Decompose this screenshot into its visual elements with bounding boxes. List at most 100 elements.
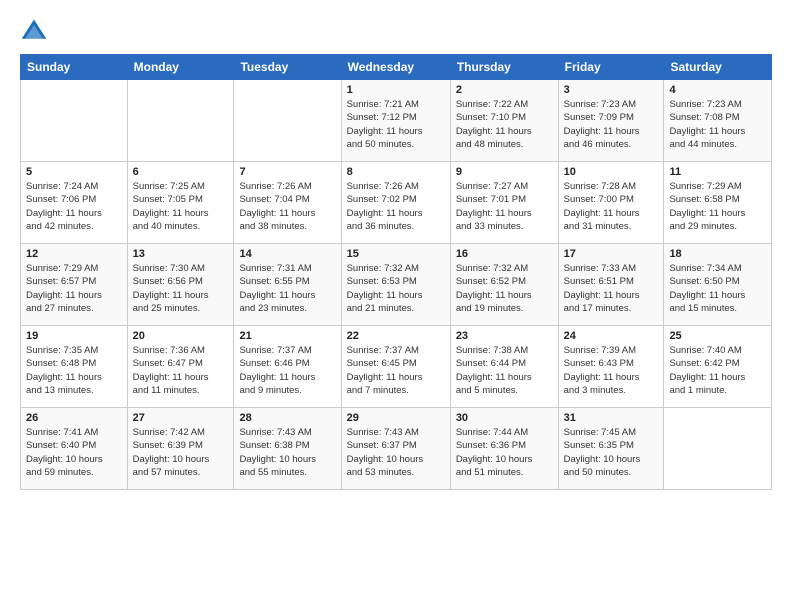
day-info: Sunrise: 7:36 AM Sunset: 6:47 PM Dayligh… [133,344,229,397]
calendar-cell: 22 Sunrise: 7:37 AM Sunset: 6:45 PM Dayli… [341,326,450,408]
weekday-header-row: SundayMondayTuesdayWednesdayThursdayFrid… [21,55,772,80]
day-number: 4 [669,84,766,96]
day-number: 15 [347,248,445,260]
day-number: 17 [564,248,659,260]
weekday-header-monday: Monday [127,55,234,80]
calendar-table: SundayMondayTuesdayWednesdayThursdayFrid… [20,54,772,490]
calendar-cell: 14Sunrise: 7:31 AM Sunset: 6:55 PM Dayli… [234,244,341,326]
day-number: 25 [669,330,766,342]
calendar-cell: 1 Sunrise: 7:21 AM Sunset: 7:12 PM Daylig… [341,80,450,162]
day-info: Sunrise: 7:25 AM Sunset: 7:05 PM Dayligh… [133,180,229,233]
calendar-cell: 30 Sunrise: 7:44 AM Sunset: 6:36 PM Dayli… [450,408,558,490]
calendar-cell: 6 Sunrise: 7:25 AM Sunset: 7:05 PM Daylig… [127,162,234,244]
calendar-cell: 18 Sunrise: 7:34 AM Sunset: 6:50 PM Dayli… [664,244,772,326]
logo [20,16,50,44]
weekday-header-wednesday: Wednesday [341,55,450,80]
calendar-cell: 31 Sunrise: 7:45 AM Sunset: 6:35 PM Dayli… [558,408,664,490]
logo-icon [20,16,48,44]
weekday-header-thursday: Thursday [450,55,558,80]
calendar-cell: 17 Sunrise: 7:33 AM Sunset: 6:51 PM Dayli… [558,244,664,326]
calendar-cell: 2 Sunrise: 7:22 AM Sunset: 7:10 PM Daylig… [450,80,558,162]
day-number: 27 [133,412,229,424]
week-row-1: 1 Sunrise: 7:21 AM Sunset: 7:12 PM Daylig… [21,80,772,162]
calendar-cell: 25 Sunrise: 7:40 AM Sunset: 6:42 PM Dayli… [664,326,772,408]
day-number: 1 [347,84,445,96]
day-number: 21 [239,330,335,342]
day-number: 8 [347,166,445,178]
day-number: 2 [456,84,553,96]
calendar-cell [127,80,234,162]
day-number: 7 [239,166,335,178]
day-info: Sunrise: 7:44 AM Sunset: 6:36 PM Dayligh… [456,426,553,479]
day-info: Sunrise: 7:29 AM Sunset: 6:58 PM Dayligh… [669,180,766,233]
calendar-cell: 27 Sunrise: 7:42 AM Sunset: 6:39 PM Dayli… [127,408,234,490]
day-info: Sunrise: 7:45 AM Sunset: 6:35 PM Dayligh… [564,426,659,479]
day-number: 24 [564,330,659,342]
day-info: Sunrise: 7:34 AM Sunset: 6:50 PM Dayligh… [669,262,766,315]
calendar-cell [234,80,341,162]
day-number: 12 [26,248,122,260]
day-info: Sunrise: 7:37 AM Sunset: 6:46 PM Dayligh… [239,344,335,397]
calendar-cell: 28 Sunrise: 7:43 AM Sunset: 6:38 PM Dayli… [234,408,341,490]
day-info: Sunrise: 7:23 AM Sunset: 7:09 PM Dayligh… [564,98,659,151]
day-info: Sunrise: 7:32 AM Sunset: 6:53 PM Dayligh… [347,262,445,315]
calendar-cell: 7 Sunrise: 7:26 AM Sunset: 7:04 PM Daylig… [234,162,341,244]
day-number: 28 [239,412,335,424]
calendar-cell: 10Sunrise: 7:28 AM Sunset: 7:00 PM Dayli… [558,162,664,244]
day-number: 3 [564,84,659,96]
day-info: Sunrise: 7:26 AM Sunset: 7:02 PM Dayligh… [347,180,445,233]
day-info: Sunrise: 7:23 AM Sunset: 7:08 PM Dayligh… [669,98,766,151]
calendar-cell [21,80,128,162]
day-info: Sunrise: 7:43 AM Sunset: 6:37 PM Dayligh… [347,426,445,479]
calendar-cell: 8 Sunrise: 7:26 AM Sunset: 7:02 PM Daylig… [341,162,450,244]
day-info: Sunrise: 7:21 AM Sunset: 7:12 PM Dayligh… [347,98,445,151]
day-number: 26 [26,412,122,424]
day-info: Sunrise: 7:24 AM Sunset: 7:06 PM Dayligh… [26,180,122,233]
day-info: Sunrise: 7:33 AM Sunset: 6:51 PM Dayligh… [564,262,659,315]
calendar-cell: 26 Sunrise: 7:41 AM Sunset: 6:40 PM Dayli… [21,408,128,490]
day-info: Sunrise: 7:22 AM Sunset: 7:10 PM Dayligh… [456,98,553,151]
day-info: Sunrise: 7:39 AM Sunset: 6:43 PM Dayligh… [564,344,659,397]
calendar-cell: 23Sunrise: 7:38 AM Sunset: 6:44 PM Dayli… [450,326,558,408]
day-info: Sunrise: 7:28 AM Sunset: 7:00 PM Dayligh… [564,180,659,233]
day-number: 18 [669,248,766,260]
day-number: 20 [133,330,229,342]
day-info: Sunrise: 7:40 AM Sunset: 6:42 PM Dayligh… [669,344,766,397]
day-number: 22 [347,330,445,342]
calendar-cell: 24 Sunrise: 7:39 AM Sunset: 6:43 PM Dayli… [558,326,664,408]
calendar-cell: 21 Sunrise: 7:37 AM Sunset: 6:46 PM Dayli… [234,326,341,408]
weekday-header-tuesday: Tuesday [234,55,341,80]
day-number: 19 [26,330,122,342]
week-row-4: 19 Sunrise: 7:35 AM Sunset: 6:48 PM Dayli… [21,326,772,408]
calendar-cell: 4 Sunrise: 7:23 AM Sunset: 7:08 PM Daylig… [664,80,772,162]
day-number: 23 [456,330,553,342]
calendar-cell: 19 Sunrise: 7:35 AM Sunset: 6:48 PM Dayli… [21,326,128,408]
day-info: Sunrise: 7:30 AM Sunset: 6:56 PM Dayligh… [133,262,229,315]
day-info: Sunrise: 7:32 AM Sunset: 6:52 PM Dayligh… [456,262,553,315]
day-info: Sunrise: 7:43 AM Sunset: 6:38 PM Dayligh… [239,426,335,479]
calendar-cell: 5Sunrise: 7:24 AM Sunset: 7:06 PM Daylig… [21,162,128,244]
day-info: Sunrise: 7:42 AM Sunset: 6:39 PM Dayligh… [133,426,229,479]
day-info: Sunrise: 7:26 AM Sunset: 7:04 PM Dayligh… [239,180,335,233]
calendar-cell: 9 Sunrise: 7:27 AM Sunset: 7:01 PM Daylig… [450,162,558,244]
calendar-cell: 16Sunrise: 7:32 AM Sunset: 6:52 PM Dayli… [450,244,558,326]
weekday-header-saturday: Saturday [664,55,772,80]
weekday-header-sunday: Sunday [21,55,128,80]
calendar-cell: 29Sunrise: 7:43 AM Sunset: 6:37 PM Dayli… [341,408,450,490]
day-number: 9 [456,166,553,178]
week-row-3: 12Sunrise: 7:29 AM Sunset: 6:57 PM Dayli… [21,244,772,326]
calendar-cell: 3 Sunrise: 7:23 AM Sunset: 7:09 PM Daylig… [558,80,664,162]
day-info: Sunrise: 7:35 AM Sunset: 6:48 PM Dayligh… [26,344,122,397]
day-info: Sunrise: 7:37 AM Sunset: 6:45 PM Dayligh… [347,344,445,397]
week-row-2: 5Sunrise: 7:24 AM Sunset: 7:06 PM Daylig… [21,162,772,244]
day-info: Sunrise: 7:27 AM Sunset: 7:01 PM Dayligh… [456,180,553,233]
day-info: Sunrise: 7:41 AM Sunset: 6:40 PM Dayligh… [26,426,122,479]
day-number: 30 [456,412,553,424]
day-info: Sunrise: 7:31 AM Sunset: 6:55 PM Dayligh… [239,262,335,315]
day-number: 31 [564,412,659,424]
calendar-cell [664,408,772,490]
weekday-header-friday: Friday [558,55,664,80]
header [20,16,772,44]
page: SundayMondayTuesdayWednesdayThursdayFrid… [0,0,792,612]
day-number: 6 [133,166,229,178]
